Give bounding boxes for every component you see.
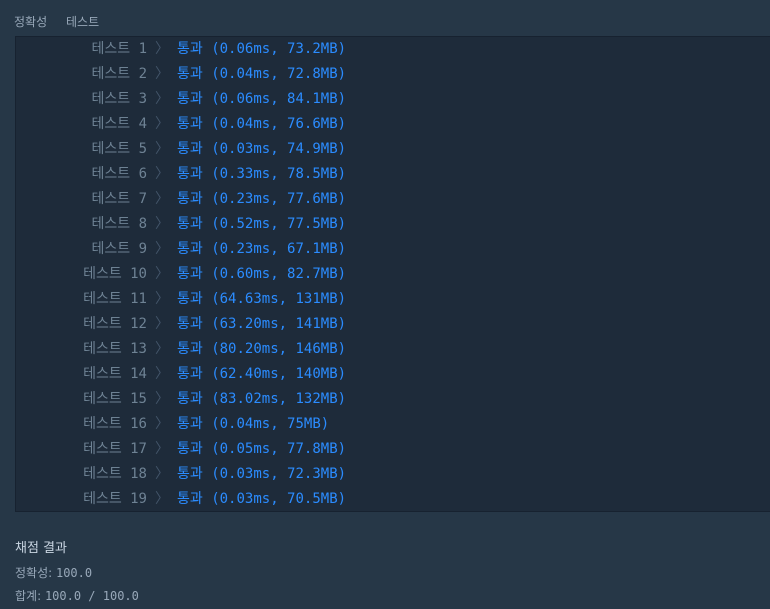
test-result: 통과 (0.23ms, 67.1MB) xyxy=(177,241,347,257)
chevron-right-icon: 〉 xyxy=(155,391,169,407)
test-result: 통과 (0.04ms, 75MB) xyxy=(177,416,330,432)
test-label: 테스트 15 xyxy=(83,391,147,407)
test-row: 테스트 11 〉 통과 (64.63ms, 131MB) xyxy=(16,287,756,312)
tab-accuracy[interactable]: 정확성 xyxy=(14,13,47,30)
test-row: 테스트 9 〉 통과 (0.23ms, 67.1MB) xyxy=(16,237,756,262)
chevron-right-icon: 〉 xyxy=(155,91,169,107)
chevron-right-icon: 〉 xyxy=(155,366,169,382)
chevron-right-icon: 〉 xyxy=(155,141,169,157)
summary-total: 합계: 100.0 / 100.0 xyxy=(15,587,139,604)
accuracy-label: 정확성: xyxy=(15,566,56,580)
summary-accuracy: 정확성: 100.0 xyxy=(15,564,92,581)
test-result: 통과 (0.06ms, 73.2MB) xyxy=(177,41,347,57)
test-result: 통과 (0.03ms, 70.5MB) xyxy=(177,491,347,507)
test-result: 통과 (83.02ms, 132MB) xyxy=(177,391,347,407)
result-tabs: 정확성 테스트 xyxy=(0,0,770,36)
tab-test[interactable]: 테스트 xyxy=(66,13,99,30)
test-row: 테스트 7 〉 통과 (0.23ms, 77.6MB) xyxy=(16,187,756,212)
chevron-right-icon: 〉 xyxy=(155,216,169,232)
test-label: 테스트 7 xyxy=(91,191,148,207)
chevron-right-icon: 〉 xyxy=(155,291,169,307)
chevron-right-icon: 〉 xyxy=(155,441,169,457)
test-label: 테스트 5 xyxy=(91,141,148,157)
test-row: 테스트 14 〉 통과 (62.40ms, 140MB) xyxy=(16,362,756,387)
test-row: 테스트 17 〉 통과 (0.05ms, 77.8MB) xyxy=(16,437,756,462)
chevron-right-icon: 〉 xyxy=(155,316,169,332)
test-results-panel[interactable]: 테스트 1 〉 통과 (0.06ms, 73.2MB) 테스트 2 〉 통과 (0.04m… xyxy=(15,36,770,512)
chevron-right-icon: 〉 xyxy=(155,266,169,282)
test-row: 테스트 3 〉 통과 (0.06ms, 84.1MB) xyxy=(16,87,756,112)
test-row: 테스트 2 〉 통과 (0.04ms, 72.8MB) xyxy=(16,62,756,87)
test-row: 테스트 6 〉 통과 (0.33ms, 78.5MB) xyxy=(16,162,756,187)
test-row: 테스트 13 〉 통과 (80.20ms, 146MB) xyxy=(16,337,756,362)
total-value: 100.0 / 100.0 xyxy=(44,589,139,603)
chevron-right-icon: 〉 xyxy=(155,166,169,182)
test-label: 테스트 10 xyxy=(83,266,147,282)
chevron-right-icon: 〉 xyxy=(155,341,169,357)
test-row: 테스트 8 〉 통과 (0.52ms, 77.5MB) xyxy=(16,212,756,237)
test-result: 통과 (63.20ms, 141MB) xyxy=(177,316,347,332)
test-row: 테스트 19 〉 통과 (0.03ms, 70.5MB) xyxy=(16,487,756,512)
test-result: 통과 (0.04ms, 76.6MB) xyxy=(177,116,347,132)
test-result: 통과 (0.03ms, 72.3MB) xyxy=(177,466,347,482)
test-result: 통과 (80.20ms, 146MB) xyxy=(177,341,347,357)
test-row: 테스트 1 〉 통과 (0.06ms, 73.2MB) xyxy=(16,37,756,62)
test-label: 테스트 14 xyxy=(83,366,147,382)
test-label: 테스트 9 xyxy=(91,241,148,257)
test-label: 테스트 8 xyxy=(91,216,148,232)
test-result: 통과 (64.63ms, 131MB) xyxy=(177,291,347,307)
chevron-right-icon: 〉 xyxy=(155,41,169,57)
test-row: 테스트 12 〉 통과 (63.20ms, 141MB) xyxy=(16,312,756,337)
test-label: 테스트 3 xyxy=(91,91,148,107)
test-row: 테스트 10 〉 통과 (0.60ms, 82.7MB) xyxy=(16,262,756,287)
test-row: 테스트 5 〉 통과 (0.03ms, 74.9MB) xyxy=(16,137,756,162)
chevron-right-icon: 〉 xyxy=(155,191,169,207)
test-result: 통과 (0.60ms, 82.7MB) xyxy=(177,266,347,282)
test-result: 통과 (0.33ms, 78.5MB) xyxy=(177,166,347,182)
chevron-right-icon: 〉 xyxy=(155,241,169,257)
test-result: 통과 (0.05ms, 77.8MB) xyxy=(177,441,347,457)
total-label: 합계: xyxy=(15,589,45,603)
test-label: 테스트 2 xyxy=(91,66,148,82)
chevron-right-icon: 〉 xyxy=(155,466,169,482)
test-label: 테스트 12 xyxy=(83,316,147,332)
test-result: 통과 (0.23ms, 77.6MB) xyxy=(177,191,347,207)
test-result: 통과 (0.52ms, 77.5MB) xyxy=(177,216,347,232)
test-label: 테스트 13 xyxy=(83,341,147,357)
test-label: 테스트 16 xyxy=(83,416,147,432)
test-row: 테스트 4 〉 통과 (0.04ms, 76.6MB) xyxy=(16,112,756,137)
test-label: 테스트 11 xyxy=(83,291,147,307)
test-result: 통과 (0.03ms, 74.9MB) xyxy=(177,141,347,157)
accuracy-value: 100.0 xyxy=(55,566,93,580)
test-label: 테스트 18 xyxy=(83,466,147,482)
test-label: 테스트 17 xyxy=(83,441,147,457)
test-label: 테스트 6 xyxy=(91,166,148,182)
test-label: 테스트 19 xyxy=(83,491,147,507)
summary-title: 채점 결과 xyxy=(15,541,67,556)
test-row: 테스트 15 〉 통과 (83.02ms, 132MB) xyxy=(16,387,756,412)
chevron-right-icon: 〉 xyxy=(155,491,169,507)
chevron-right-icon: 〉 xyxy=(155,66,169,82)
test-result: 통과 (62.40ms, 140MB) xyxy=(177,366,347,382)
chevron-right-icon: 〉 xyxy=(155,116,169,132)
chevron-right-icon: 〉 xyxy=(155,416,169,432)
test-label: 테스트 1 xyxy=(91,41,148,57)
test-label: 테스트 4 xyxy=(91,116,148,132)
test-row: 테스트 18 〉 통과 (0.03ms, 72.3MB) xyxy=(16,462,756,487)
test-row: 테스트 16 〉 통과 (0.04ms, 75MB) xyxy=(16,412,756,437)
test-result: 통과 (0.06ms, 84.1MB) xyxy=(177,91,347,107)
test-result: 통과 (0.04ms, 72.8MB) xyxy=(177,66,347,82)
